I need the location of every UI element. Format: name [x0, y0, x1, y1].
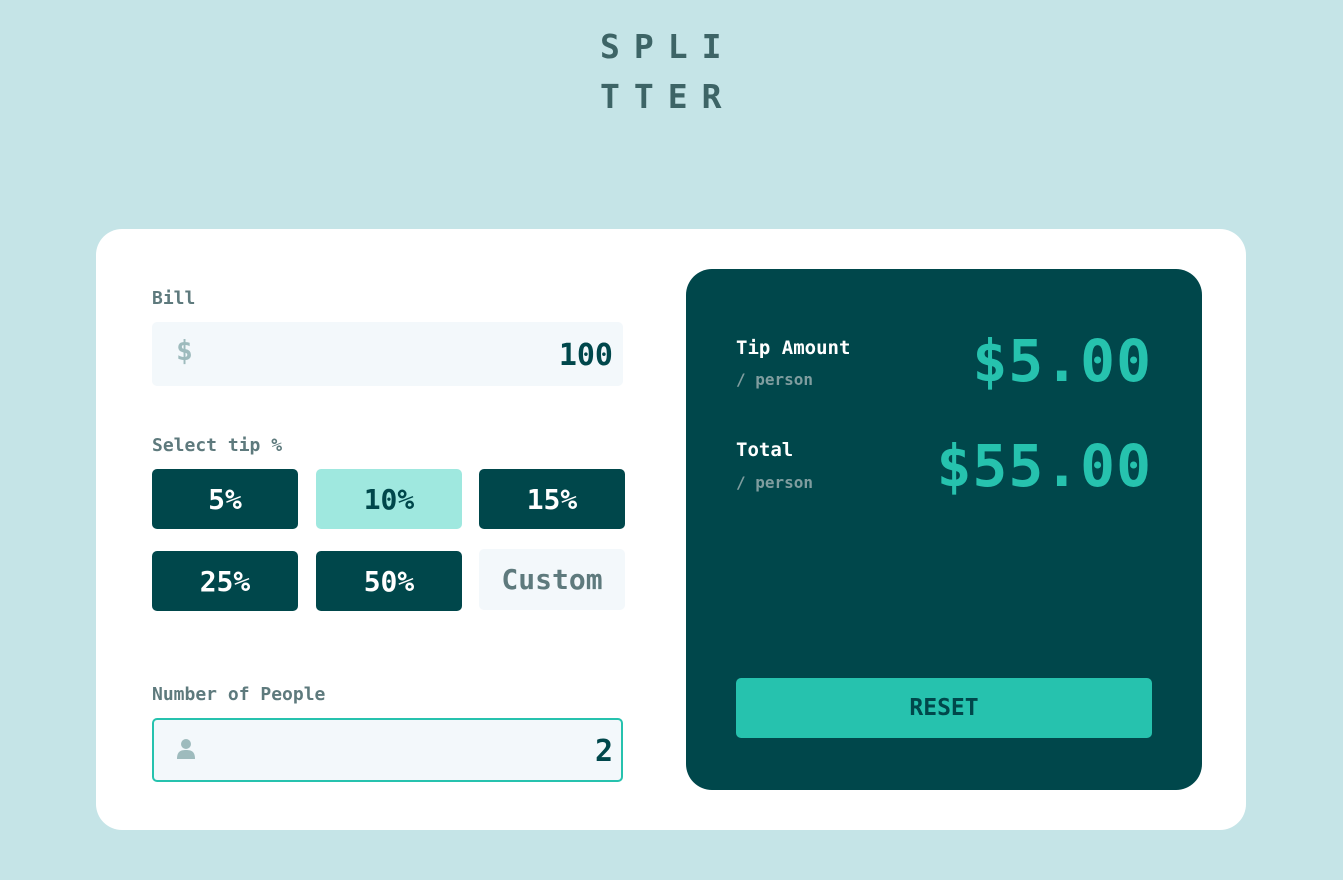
total-value: $55.00: [936, 432, 1152, 500]
results-panel: Tip Amount / person $5.00 Total / person…: [686, 269, 1202, 790]
reset-button[interactable]: RESET: [736, 678, 1152, 738]
tip-10-button[interactable]: 10%: [316, 469, 462, 529]
tip-amount-title: Tip Amount: [736, 337, 851, 359]
dollar-icon: $: [176, 334, 193, 367]
tip-15-button[interactable]: 15%: [479, 469, 625, 529]
people-label: Number of People: [152, 684, 326, 705]
logo-line-2: TTER: [600, 77, 736, 116]
calculator-card: Bill $ 100 Select tip % 5% 10% 15% 25% 5…: [96, 229, 1246, 830]
tip-25-button[interactable]: 25%: [152, 551, 298, 611]
total-subtitle: / person: [736, 473, 814, 492]
bill-label: Bill: [152, 288, 196, 309]
total-title: Total: [736, 439, 794, 461]
app-logo: SPLI TTER: [600, 22, 750, 122]
bill-input[interactable]: $ 100: [152, 322, 623, 386]
custom-tip-input[interactable]: Custom: [479, 549, 625, 610]
logo-line-1: SPLI: [600, 27, 736, 66]
bill-value: 100: [558, 338, 613, 373]
tip-amount-subtitle: / person: [736, 370, 814, 389]
tip-label: Select tip %: [152, 435, 283, 456]
tip-50-button[interactable]: 50%: [316, 551, 462, 611]
tip-amount-value: $5.00: [972, 327, 1152, 395]
people-value: 2: [594, 734, 613, 769]
people-input[interactable]: 2: [152, 718, 623, 782]
person-icon: [176, 734, 196, 767]
tip-5-button[interactable]: 5%: [152, 469, 298, 529]
